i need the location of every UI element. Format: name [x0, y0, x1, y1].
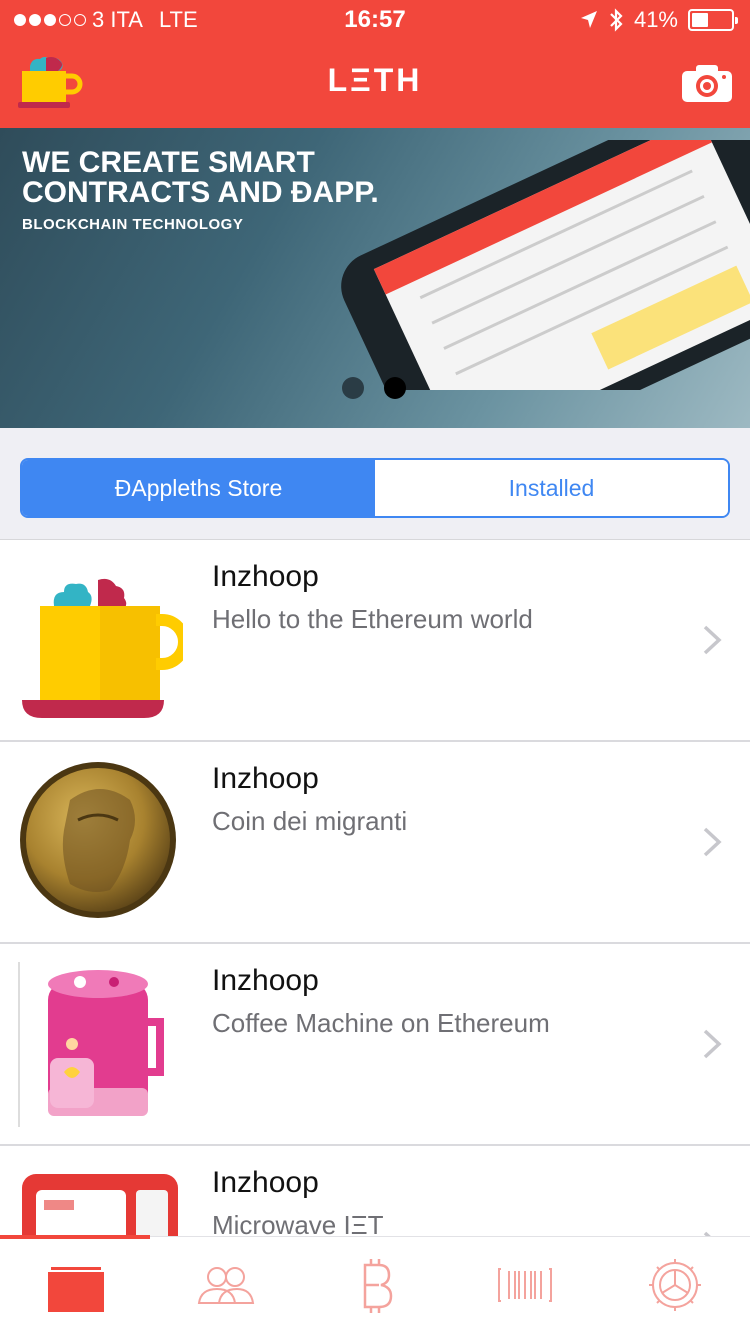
item-title: Inzhoop: [212, 762, 319, 795]
list-item[interactable]: Inzhoop Hello to the Ethereum world: [0, 540, 750, 742]
brain-cup-icon: [22, 578, 183, 718]
list-item[interactable]: Inzhoop Microwave IΞT: [0, 1146, 750, 1236]
carousel-pager[interactable]: [342, 377, 406, 399]
chevron-right-icon: [703, 625, 722, 655]
chevron-right-icon: [703, 827, 722, 857]
item-title: Inzhoop: [212, 1166, 319, 1199]
item-subtitle: Hello to the Ethereum world: [212, 604, 533, 634]
pager-dot-1[interactable]: [342, 377, 364, 399]
top-bar: 3 ITA LTE 16:57 41% LΞTH: [0, 0, 750, 128]
active-tab-indicator: [0, 1235, 150, 1239]
battery-percent: 41%: [633, 7, 678, 32]
bitcoin-icon: [363, 1259, 393, 1313]
item-subtitle: Microwave IΞT: [212, 1210, 384, 1236]
chevron-right-icon: [703, 1029, 722, 1059]
item-subtitle: Coffee Machine on Ethereum: [212, 1008, 550, 1038]
nav-title: LΞTH: [327, 62, 423, 98]
contacts-icon: [197, 1267, 255, 1304]
tab-settings[interactable]: [600, 1257, 750, 1317]
item-subtitle: Coin dei migranti: [212, 806, 408, 836]
dappleth-list: Inzhoop Hello to the Ethereum world Inzh…: [0, 540, 750, 1236]
location-arrow-icon: [580, 11, 597, 28]
barcode-icon: [498, 1268, 552, 1302]
tab-contacts[interactable]: [150, 1257, 300, 1317]
pink-coffee-machine-icon: [18, 962, 164, 1127]
camera-icon: [682, 65, 732, 102]
item-title: Inzhoop: [212, 964, 319, 997]
battery-fill: [692, 13, 708, 27]
battery-icon: [688, 9, 738, 31]
item-title: Inzhoop: [212, 560, 319, 593]
tab-bitcoin[interactable]: [300, 1257, 450, 1317]
status-bar: 3 ITA LTE 16:57 41%: [0, 0, 750, 40]
phone-mockup-image: [341, 140, 750, 390]
banner-carousel[interactable]: WE CREATE SMART CONTRACTS AND ĐAPP. BLOC…: [0, 128, 750, 428]
segment-installed[interactable]: Installed: [375, 460, 728, 516]
banner-subheadline: BLOCKCHAIN TECHNOLOGY: [22, 216, 244, 233]
bluetooth-icon: [610, 8, 623, 32]
banner-headline: WE CREATE SMART CONTRACTS AND ĐAPP.: [22, 146, 379, 209]
wallet-icon: [48, 1267, 104, 1312]
microwave-icon: [22, 1174, 178, 1236]
list-item[interactable]: Inzhoop Coin dei migranti: [0, 742, 750, 944]
segment-container: ĐAppleths Store Installed: [0, 428, 750, 540]
tab-scanner[interactable]: [450, 1257, 600, 1317]
list-item[interactable]: Inzhoop Coffee Machine on Ethereum: [0, 944, 750, 1146]
segment-store[interactable]: ĐAppleths Store: [22, 460, 375, 516]
camera-button[interactable]: [682, 64, 732, 102]
settings-icon: [649, 1259, 701, 1311]
store-installed-segment: ĐAppleths Store Installed: [20, 458, 730, 518]
bronze-coin-icon: [20, 762, 176, 918]
pager-dot-2[interactable]: [384, 377, 406, 399]
tab-bar: [0, 1235, 750, 1334]
status-right: 41%: [580, 7, 738, 33]
tab-wallet[interactable]: [0, 1257, 150, 1317]
